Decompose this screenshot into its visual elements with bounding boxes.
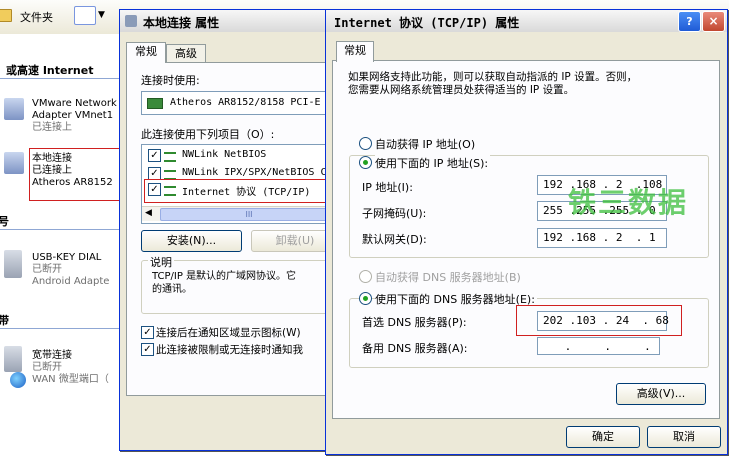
connect-using-label: 连接时使用: bbox=[141, 74, 200, 87]
folder-icon[interactable] bbox=[0, 9, 12, 22]
components-label: 此连接使用下列项目（O）: bbox=[141, 128, 275, 141]
component-label: NWLink NetBIOS bbox=[182, 149, 267, 160]
dialog-title: Internet 协议 (TCP/IP) 属性 bbox=[334, 16, 520, 30]
preferred-dns-label: 首选 DNS 服务器(P): bbox=[362, 316, 467, 329]
highlight-box bbox=[29, 148, 122, 201]
ok-button[interactable]: 确定 bbox=[566, 426, 640, 448]
description-text: TCP/IP 是默认的广域网协议。它 的通讯。 bbox=[152, 271, 297, 295]
manual-dns-radio[interactable] bbox=[359, 292, 372, 305]
tcpip-dialog: Internet 协议 (TCP/IP) 属性 ? × 常规 如果网络支持此功能… bbox=[325, 9, 728, 455]
component-checkbox[interactable]: ✓ bbox=[148, 149, 161, 162]
local-connection-dialog: 本地连接 属性 常规 高级 连接时使用: Atheros AR8152/8158… bbox=[119, 9, 343, 451]
cancel-button[interactable]: 取消 bbox=[647, 426, 721, 448]
group-header-dialup: 号 bbox=[0, 215, 9, 228]
group-header-broadband: 带 bbox=[0, 314, 9, 327]
highlight-box bbox=[516, 305, 682, 336]
network-icon bbox=[125, 15, 137, 27]
network-adapter-icon bbox=[4, 152, 24, 174]
gateway-label: 默认网关(D): bbox=[362, 233, 427, 246]
broadband-icon bbox=[4, 346, 22, 372]
item-status: 已断开 bbox=[32, 362, 62, 373]
tab-advanced[interactable]: 高级 bbox=[166, 44, 206, 62]
ip-address-label: IP 地址(I): bbox=[362, 181, 413, 194]
globe-icon bbox=[10, 372, 26, 388]
item-name: USB-KEY DIAL bbox=[32, 252, 102, 263]
views-icon[interactable] bbox=[74, 6, 96, 25]
list-item-usb-key[interactable]: USB-KEY DIAL 已断开 Android Adapte bbox=[32, 252, 109, 288]
title-bar[interactable]: Internet 协议 (TCP/IP) 属性 ? × bbox=[326, 10, 727, 32]
scroll-left-icon[interactable]: ◀ bbox=[145, 208, 152, 218]
item-device: Android Adapte bbox=[32, 276, 110, 287]
auto-ip-label: 自动获得 IP 地址(O) bbox=[375, 138, 476, 151]
item-name: 宽带连接 bbox=[32, 350, 72, 361]
group-divider bbox=[0, 78, 120, 79]
help-button[interactable]: ? bbox=[678, 11, 701, 32]
list-item-broadband[interactable]: 宽带连接 已断开 WAN 微型端口（ bbox=[32, 350, 109, 386]
show-icon-label: 连接后在通知区域显示图标(W) bbox=[156, 327, 301, 339]
watermark: 铁三数据 bbox=[568, 186, 689, 219]
item-name: VMware Network bbox=[32, 98, 117, 109]
manual-ip-label: 使用下面的 IP 地址(S): bbox=[375, 155, 491, 171]
notify-checkbox[interactable]: ✓ bbox=[141, 343, 154, 356]
auto-ip-radio[interactable] bbox=[359, 137, 372, 150]
horizontal-scrollbar[interactable]: ◀ III bbox=[142, 206, 338, 221]
description-label: 说明 bbox=[148, 254, 174, 270]
dialog-title: 本地连接 属性 bbox=[143, 16, 220, 30]
item-device: Adapter VMnet1 bbox=[32, 110, 114, 121]
title-bar[interactable]: 本地连接 属性 bbox=[120, 10, 334, 32]
component-label: NWLink IPX/SPX/NetBIOS C bbox=[182, 167, 327, 178]
component-icon bbox=[164, 152, 176, 162]
manual-dns-label: 使用下面的 DNS 服务器地址(E): bbox=[375, 291, 537, 307]
dialup-icon bbox=[4, 250, 22, 278]
close-icon[interactable]: × bbox=[702, 11, 725, 32]
tab-general[interactable]: 常规 bbox=[126, 42, 166, 63]
adapter-icon bbox=[147, 98, 163, 109]
install-button[interactable]: 安装(N)... bbox=[141, 230, 242, 252]
group-divider bbox=[0, 328, 120, 329]
list-item-vmware[interactable]: VMware Network Adapter VMnet1 已连接上 bbox=[32, 98, 117, 134]
auto-dns-radio[interactable] bbox=[359, 270, 372, 283]
adapter-field: Atheros AR8152/8158 PCI-E bbox=[141, 91, 339, 115]
network-adapter-icon bbox=[4, 98, 24, 120]
scroll-thumb[interactable]: III bbox=[160, 208, 338, 221]
alternate-dns-field[interactable]: . . . bbox=[537, 337, 660, 355]
chevron-down-icon[interactable]: ▼ bbox=[98, 10, 105, 20]
group-header-lan: 或高速 Internet bbox=[6, 64, 94, 77]
show-icon-checkbox[interactable]: ✓ bbox=[141, 326, 154, 339]
item-status: 已断开 bbox=[32, 264, 62, 275]
manual-ip-radio[interactable] bbox=[359, 156, 372, 169]
notify-label: 此连接被限制或无连接时通知我 bbox=[156, 344, 303, 356]
item-device: WAN 微型端口（ bbox=[32, 374, 109, 385]
tab-general[interactable]: 常规 bbox=[336, 41, 374, 62]
advanced-button[interactable]: 高级(V)... bbox=[616, 383, 706, 405]
group-divider bbox=[0, 229, 120, 230]
auto-dns-label: 自动获得 DNS 服务器地址(B) bbox=[375, 271, 521, 284]
subnet-mask-label: 子网掩码(U): bbox=[362, 207, 427, 220]
alternate-dns-label: 备用 DNS 服务器(A): bbox=[362, 342, 468, 355]
adapter-name: Atheros AR8152/8158 PCI-E bbox=[170, 97, 321, 108]
item-status: 已连接上 bbox=[32, 122, 72, 133]
folders-button-label[interactable]: 文件夹 bbox=[20, 9, 53, 25]
highlight-box bbox=[144, 179, 336, 203]
gateway-field[interactable]: 192 .168 . 2 . 1 bbox=[537, 228, 667, 248]
intro-text: 如果网络支持此功能，则可以获取自动指派的 IP 设置。否则， 您需要从网络系统管… bbox=[348, 71, 638, 96]
